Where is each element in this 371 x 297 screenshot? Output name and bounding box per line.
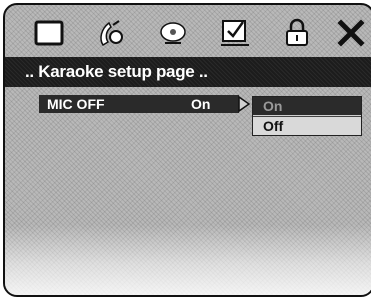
preference-icon[interactable]	[217, 15, 253, 51]
setup-screen: .. Karaoke setup page .. MIC OFF On On O…	[3, 3, 371, 297]
page-title: .. Karaoke setup page ..	[25, 62, 208, 81]
screen-fade	[5, 225, 371, 295]
audio-setup-icon[interactable]	[93, 15, 129, 51]
setting-row-mic-off[interactable]: MIC OFF On	[39, 95, 239, 113]
video-setup-icon[interactable]	[155, 15, 191, 51]
option-on[interactable]: On	[253, 97, 361, 115]
exit-icon[interactable]	[333, 15, 369, 51]
setting-value: On	[191, 96, 211, 112]
chevron-right-icon	[237, 95, 251, 113]
setup-toolbar	[5, 5, 371, 55]
option-off[interactable]: Off	[253, 116, 361, 135]
title-bar: .. Karaoke setup page ..	[5, 57, 371, 87]
option-dropdown: On Off	[252, 96, 362, 136]
password-lock-icon[interactable]	[279, 15, 315, 51]
general-setup-icon[interactable]	[31, 15, 67, 51]
setting-label: MIC OFF	[47, 96, 105, 112]
